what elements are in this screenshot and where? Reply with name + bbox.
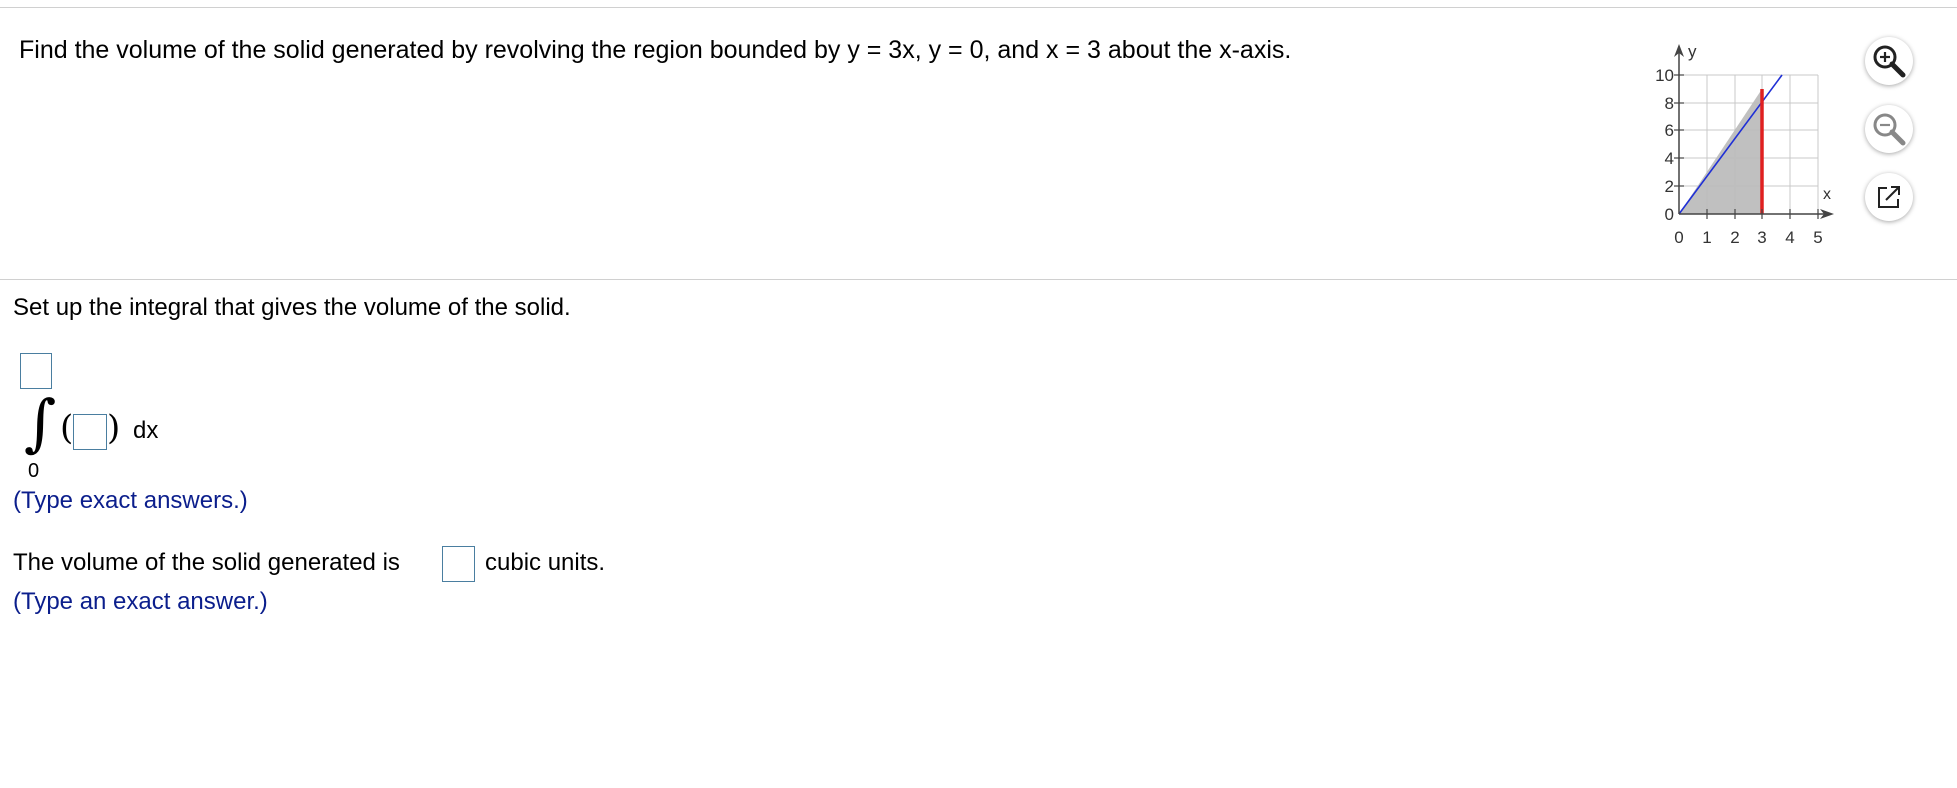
x-tick-label: 5	[1813, 228, 1822, 247]
integrand-input[interactable]	[73, 414, 107, 450]
y-tick-label: 8	[1665, 94, 1674, 113]
zoom-out-icon	[1873, 113, 1906, 146]
x-tick-label: 0	[1674, 228, 1683, 247]
shaded-region	[1679, 89, 1762, 214]
zoom-out-button[interactable]	[1865, 105, 1913, 153]
volume-hint: (Type an exact answer.)	[13, 588, 268, 615]
left-paren: (	[60, 408, 74, 448]
section-divider	[0, 279, 1957, 280]
integral-sign: ∫	[24, 386, 57, 459]
volume-label: The volume of the solid generated is	[13, 549, 400, 576]
y-tick-label: 4	[1665, 149, 1674, 168]
popout-button[interactable]	[1865, 173, 1913, 221]
popout-icon	[1878, 186, 1900, 208]
question-text: Find the volume of the solid generated b…	[19, 36, 1292, 64]
integral-instruction: Set up the integral that gives the volum…	[13, 294, 571, 321]
y-axis-label: y	[1688, 42, 1697, 61]
right-paren: )	[107, 408, 121, 448]
zoom-in-icon	[1873, 45, 1906, 78]
x-tick-label: 2	[1730, 228, 1739, 247]
volume-answer-input[interactable]	[442, 546, 475, 582]
differential: dx	[133, 417, 159, 444]
y-tick-label: 2	[1665, 177, 1674, 196]
units-label: cubic units.	[485, 549, 606, 576]
x-tick-label: 4	[1785, 228, 1794, 247]
x-tick-label: 1	[1702, 228, 1711, 247]
y-tick-label: 0	[1665, 205, 1674, 224]
y-tick-label: 6	[1665, 121, 1674, 140]
zoom-in-button[interactable]	[1865, 37, 1913, 85]
region-graph[interactable]: 0 2 4 6 8 10 0 1 2 3 4 5 y x	[1636, 40, 1836, 250]
top-divider	[0, 7, 1957, 8]
x-tick-label: 3	[1757, 228, 1766, 247]
integral-hint: (Type exact answers.)	[13, 487, 248, 514]
upper-limit-input[interactable]	[20, 353, 52, 389]
x-axis-label: x	[1823, 186, 1831, 203]
lower-limit: 0	[28, 460, 40, 482]
y-tick-label: 10	[1655, 66, 1674, 85]
